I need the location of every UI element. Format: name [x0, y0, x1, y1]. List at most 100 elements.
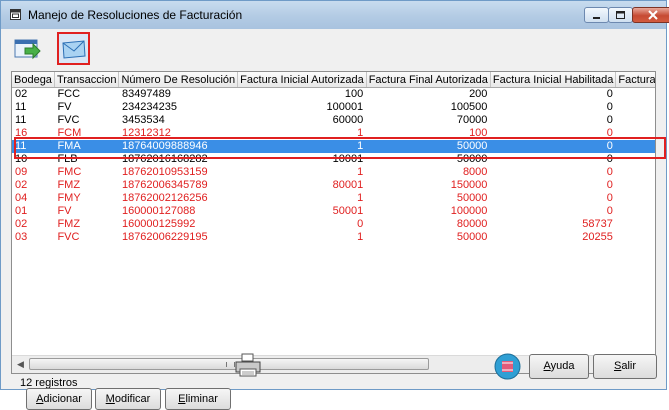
table-cell: 0: [616, 192, 655, 205]
table-cell: 234234235: [121, 101, 178, 113]
salir-label: alir: [621, 360, 636, 372]
eliminar-label: liminar: [185, 393, 218, 405]
ayuda-accel: A: [543, 360, 551, 372]
table-cell: FCC: [57, 88, 81, 100]
column-header[interactable]: Factura Final Autorizada: [366, 72, 491, 88]
table-cell: FVC: [57, 114, 80, 126]
table-cell: FCM: [57, 127, 82, 139]
table-cell: 10: [15, 153, 28, 165]
column-header[interactable]: Factura Final Habilitada: [615, 72, 655, 88]
table-cell: 0: [606, 205, 613, 217]
column-header[interactable]: Factura Inicial Autorizada: [237, 72, 367, 88]
printer-button[interactable]: [233, 351, 263, 379]
table-cell: 0: [606, 114, 613, 126]
table-cell: FV: [57, 205, 72, 217]
table-cell: 09: [15, 166, 28, 178]
table-cell: 3453534: [121, 114, 165, 126]
window: Manejo de Resoluciones de Facturación Bo…: [0, 0, 669, 410]
table-cell: 0: [490, 140, 616, 153]
table-cell: 11: [15, 114, 27, 126]
toolbar-button-new[interactable]: [11, 32, 44, 65]
table-cell: 11: [15, 101, 27, 113]
adicionar-button[interactable]: Adicionar: [26, 388, 92, 410]
table-cell: 60000: [332, 114, 364, 126]
email-icon: [62, 40, 86, 59]
table-cell: 1: [357, 127, 364, 139]
table-cell: 50000: [456, 192, 488, 204]
table-row[interactable]: 03FVC18762006229195150000202555000022/0: [12, 231, 655, 244]
table-row[interactable]: 01FV160000127088500011000000008/0: [12, 205, 655, 218]
table-cell: 0: [616, 166, 655, 179]
ayuda-label: yuda: [550, 360, 575, 372]
table-cell: 18762006345789: [121, 179, 208, 191]
salir-button[interactable]: Salir: [593, 354, 657, 379]
table-cell: 0: [606, 179, 613, 191]
table-cell: FLB: [57, 153, 78, 165]
table-cell: 50001: [332, 205, 364, 217]
table-row[interactable]: 02FMZ160000125992080000587378000029/0: [12, 218, 655, 231]
table-row[interactable]: 04FMY187620021262561500000008/0: [12, 192, 655, 205]
table-cell: 1: [357, 192, 364, 204]
table-cell: 02: [15, 218, 28, 230]
table-row[interactable]: 09FMC18762010953159180000025/1: [12, 166, 655, 179]
adicionar-label: dicionar: [43, 393, 82, 405]
table-row[interactable]: 11FVC345353460000700000015/0: [12, 114, 655, 127]
scroll-left-icon[interactable]: ◀: [17, 359, 24, 370]
table-row[interactable]: 11FV2342342351000011005000015/0: [12, 101, 655, 114]
table-cell: 50000: [456, 231, 488, 243]
maximize-icon: [616, 11, 625, 19]
table-cell: FMA: [54, 140, 119, 153]
toolbar-button-email[interactable]: [57, 32, 90, 65]
table-cell: FMZ: [57, 218, 81, 230]
table-cell: 0: [357, 218, 364, 230]
table-cell: 18762002126256: [121, 192, 208, 204]
table-cell: 160000127088: [121, 205, 196, 217]
table-cell: 0: [606, 192, 613, 204]
table-cell: 0: [606, 166, 613, 178]
table-cell: 80001: [332, 179, 364, 191]
column-header[interactable]: Bodega: [12, 72, 55, 88]
table-row[interactable]: 16FCM1231231211000004/0: [12, 127, 655, 140]
table-cell: 150000: [450, 179, 488, 191]
table-cell: 0: [606, 101, 613, 113]
table-row[interactable]: 10FLB1876201616828210001500000008/0: [12, 153, 655, 166]
table-cell: 1: [357, 231, 364, 243]
table-row[interactable]: 11FMA187640098889461500000022/0: [12, 140, 655, 153]
table-cell: 50000: [456, 153, 488, 165]
table-cell: 0: [615, 140, 655, 153]
close-button[interactable]: [632, 7, 669, 23]
table-cell: 12312312: [121, 127, 171, 139]
ayuda-button[interactable]: Ayuda: [529, 354, 589, 379]
column-header[interactable]: Factura Inicial Habilitada: [490, 72, 617, 88]
table-row[interactable]: 02FCC834974891002000009/0: [12, 88, 655, 102]
table-cell: 100500: [450, 101, 488, 113]
table-cell: 1: [237, 140, 367, 153]
table-cell: FV: [57, 101, 72, 113]
resolutions-grid[interactable]: Bodega Transaccion Número De Resolución Fac…: [11, 71, 656, 374]
table-cell: FVC: [57, 231, 80, 243]
table-cell: 160000125992: [121, 218, 196, 230]
app-icon: [10, 9, 21, 20]
table-row[interactable]: 02FMZ18762006345789800011500000004/0: [12, 179, 655, 192]
video-button[interactable]: [494, 353, 521, 380]
window-title: Manejo de Resoluciones de Facturación: [28, 8, 243, 22]
table-cell: FMC: [57, 166, 82, 178]
close-icon: [648, 10, 658, 20]
table-cell: 0: [606, 127, 613, 139]
table-cell: 03: [15, 231, 28, 243]
table-cell: 18764009888946: [118, 140, 238, 153]
printer-icon: [235, 353, 261, 377]
column-header[interactable]: Número De Resolución: [118, 72, 239, 88]
scrollbar-thumb[interactable]: [29, 358, 429, 370]
new-folder-icon: [14, 39, 41, 60]
maximize-button[interactable]: [608, 7, 633, 23]
table-cell: 02: [15, 179, 28, 191]
minimize-button[interactable]: [584, 7, 609, 23]
eliminar-button[interactable]: Eliminar: [165, 388, 231, 410]
column-header[interactable]: Transaccion: [54, 72, 120, 88]
table-cell: 16: [15, 127, 28, 139]
table-cell: 100000: [450, 205, 488, 217]
modificar-button[interactable]: Modificar: [95, 388, 161, 410]
title-bar[interactable]: Manejo de Resoluciones de Facturación: [1, 1, 669, 29]
modificar-accel: M: [105, 393, 115, 405]
